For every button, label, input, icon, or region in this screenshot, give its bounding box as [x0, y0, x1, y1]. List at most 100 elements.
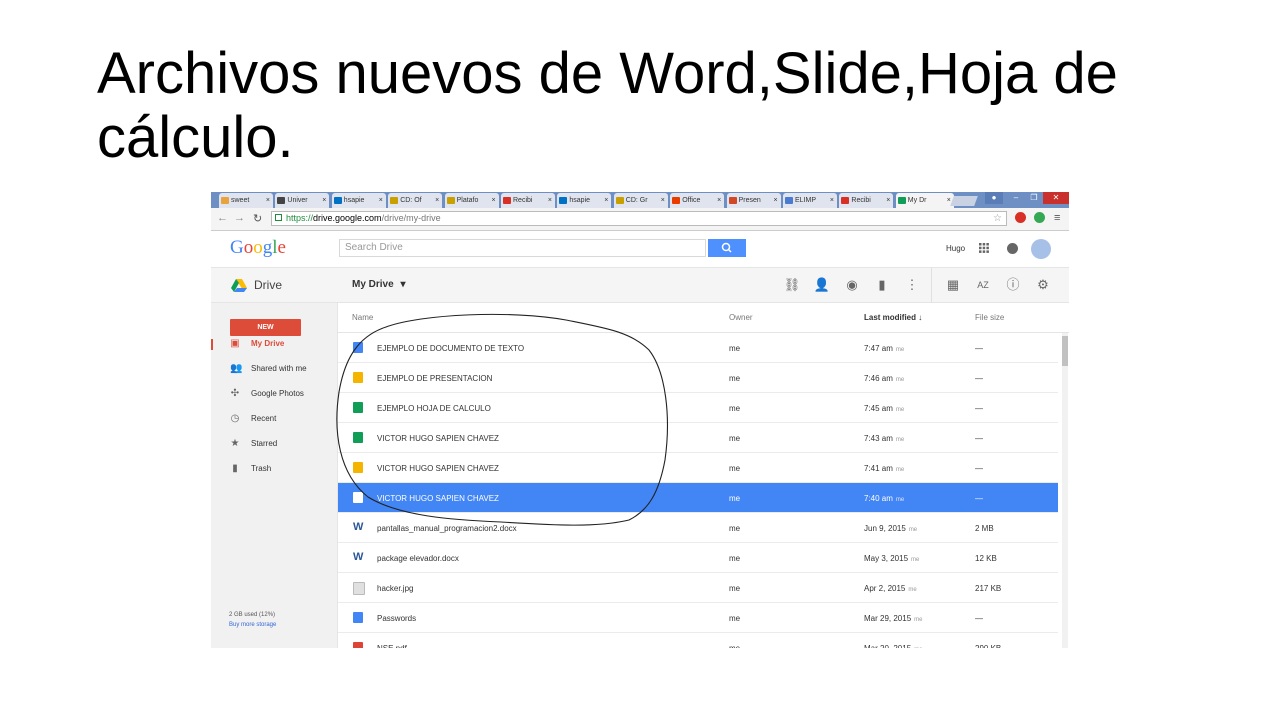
browser-tab[interactable]: CD: Of ×: [388, 193, 443, 208]
sidebar-item[interactable]: ✣ Google Photos: [211, 385, 338, 403]
browser-tab[interactable]: Presen ×: [726, 193, 781, 208]
url-path: /drive/my-drive: [381, 213, 441, 223]
file-row[interactable]: EJEMPLO HOJA DE CALCULO me 7:45 am me —: [338, 393, 1058, 423]
file-name: VICTOR HUGO SAPIEN CHAVEZ: [377, 494, 499, 503]
tab-label: sweet: [231, 197, 250, 204]
close-tab-icon[interactable]: ×: [717, 193, 721, 208]
close-tab-icon[interactable]: ×: [548, 193, 552, 208]
notifications-icon[interactable]: [1007, 243, 1018, 254]
storage-used: 2 GB used (12%): [229, 612, 276, 618]
scrollbar-thumb[interactable]: [1062, 336, 1068, 366]
close-tab-icon[interactable]: ×: [266, 193, 270, 208]
sidebar-item[interactable]: ▮ Trash: [211, 460, 338, 478]
reload-icon[interactable]: ↻: [253, 212, 262, 225]
column-last-modified[interactable]: Last modified ↓: [864, 313, 922, 322]
browser-tab[interactable]: sweet ×: [219, 193, 273, 208]
info-icon[interactable]: ⓘ: [1004, 276, 1022, 294]
file-row[interactable]: VICTOR HUGO SAPIEN CHAVEZ me 7:43 am me —: [338, 423, 1058, 453]
file-row[interactable]: VICTOR HUGO SAPIEN CHAVEZ me 7:40 am me —: [338, 483, 1058, 513]
browser-tab[interactable]: Recibi ×: [839, 193, 894, 208]
column-name[interactable]: Name: [352, 313, 373, 322]
sidebar-item[interactable]: 👥 Shared with me: [211, 360, 338, 378]
trash-icon[interactable]: ▮: [873, 276, 891, 294]
sort-az-icon[interactable]: AZ: [974, 276, 992, 294]
link-icon[interactable]: ⛓: [783, 276, 801, 294]
close-tab-icon[interactable]: ×: [604, 193, 608, 208]
close-tab-icon[interactable]: ×: [661, 193, 665, 208]
new-tab-button[interactable]: [950, 196, 978, 206]
file-modified: 7:40 am me: [864, 494, 904, 503]
file-row[interactable]: Wpackage elevador.docx me May 3, 2015 me 12 …: [338, 543, 1058, 573]
file-name: VICTOR HUGO SAPIEN CHAVEZ: [377, 434, 499, 443]
forward-icon[interactable]: →: [234, 212, 245, 224]
close-tab-icon[interactable]: ×: [830, 193, 834, 208]
file-row[interactable]: VICTOR HUGO SAPIEN CHAVEZ me 7:41 am me —: [338, 453, 1058, 483]
modified-by: me: [895, 437, 905, 443]
extension-icon[interactable]: [1015, 212, 1026, 223]
my-drive-icon: ▣: [230, 338, 240, 349]
address-bar[interactable]: https://drive.google.com/drive/my-drive …: [271, 211, 1007, 226]
browser-tab[interactable]: Office ×: [670, 193, 725, 208]
browser-tab[interactable]: My Dr ×: [895, 193, 954, 208]
search-button[interactable]: [708, 239, 746, 257]
app-name[interactable]: Drive: [254, 278, 282, 292]
browser-tab[interactable]: Univer ×: [275, 193, 330, 208]
powerpoint-favicon: [728, 197, 737, 204]
file-modified: 7:47 am me: [864, 344, 904, 353]
modified-by: me: [908, 527, 918, 533]
tab-label: CD: Gr: [625, 197, 648, 204]
buy-storage-link[interactable]: Buy more storage: [229, 620, 276, 630]
file-row[interactable]: EJEMPLO DE DOCUMENTO DE TEXTO me 7:47 am me…: [338, 333, 1058, 363]
browser-tab[interactable]: hsapie ×: [557, 193, 612, 208]
minimize-button[interactable]: –: [1007, 192, 1025, 204]
modified-by: me: [895, 467, 905, 473]
close-tab-icon[interactable]: ×: [886, 193, 890, 208]
avatar[interactable]: [1031, 239, 1051, 259]
settings-gear-icon[interactable]: ⚙: [1034, 276, 1052, 294]
scrollbar-track[interactable]: [1062, 333, 1068, 648]
back-icon[interactable]: ←: [217, 212, 228, 224]
sidebar-item[interactable]: ★ Starred: [211, 435, 338, 453]
sidebar-item[interactable]: ◷ Recent: [211, 410, 338, 428]
file-row[interactable]: NSE.pdfmeMar 20, 2015me290 KB: [338, 633, 1058, 648]
column-file-size[interactable]: File size: [975, 313, 1004, 322]
close-tab-icon[interactable]: ×: [774, 193, 778, 208]
new-button[interactable]: NEW: [230, 319, 301, 336]
file-modified: 7:46 am me: [864, 374, 904, 383]
file-size: 12 KB: [975, 554, 997, 563]
file-owner: me: [729, 404, 741, 413]
folder-menu[interactable]: My Drive ▾: [352, 279, 406, 290]
close-tab-icon[interactable]: ×: [435, 193, 439, 208]
more-options-icon[interactable]: ⋮: [903, 276, 921, 294]
user-name[interactable]: Hugo: [946, 244, 965, 253]
close-tab-icon[interactable]: ×: [492, 193, 496, 208]
search-input[interactable]: Search Drive: [339, 239, 706, 257]
modified-by: me: [895, 407, 905, 413]
browser-tab[interactable]: Platafo ×: [444, 193, 499, 208]
file-row[interactable]: Wpantallas_manual_programacion2.docx me Ju…: [338, 513, 1058, 543]
close-tab-icon[interactable]: ×: [322, 193, 326, 208]
maximize-button[interactable]: ❐: [1025, 192, 1043, 204]
file-row[interactable]: hacker.jpg me Apr 2, 2015 me 217 KB: [338, 573, 1058, 603]
close-window-button[interactable]: ✕: [1043, 192, 1069, 204]
logo-letter: g: [262, 237, 273, 258]
extension-icon[interactable]: [1034, 212, 1045, 223]
google-logo[interactable]: Google: [230, 237, 286, 259]
share-icon[interactable]: 👤: [813, 276, 831, 294]
browser-tab[interactable]: CD: Gr ×: [613, 193, 668, 208]
bookmark-star-icon[interactable]: ☆: [993, 212, 1002, 225]
close-tab-icon[interactable]: ×: [379, 193, 383, 208]
preview-icon[interactable]: ◉: [843, 276, 861, 294]
modified-by: me: [895, 497, 905, 503]
file-row[interactable]: Passwords me Mar 29, 2015 me —: [338, 603, 1058, 633]
user-icon[interactable]: ●: [985, 192, 1003, 204]
apps-grid-icon[interactable]: [979, 243, 989, 253]
file-row[interactable]: EJEMPLO DE PRESENTACION me 7:46 am me —: [338, 363, 1058, 393]
browser-tab[interactable]: hsapie ×: [331, 193, 386, 208]
column-owner[interactable]: Owner: [729, 313, 753, 322]
browser-menu-icon[interactable]: ≡: [1054, 212, 1060, 224]
sidebar-item[interactable]: ▣ My Drive: [211, 335, 338, 353]
browser-tab[interactable]: ELIMP ×: [783, 193, 837, 208]
grid-view-icon[interactable]: ▦: [944, 276, 962, 294]
browser-tab[interactable]: Recibi ×: [501, 193, 555, 208]
